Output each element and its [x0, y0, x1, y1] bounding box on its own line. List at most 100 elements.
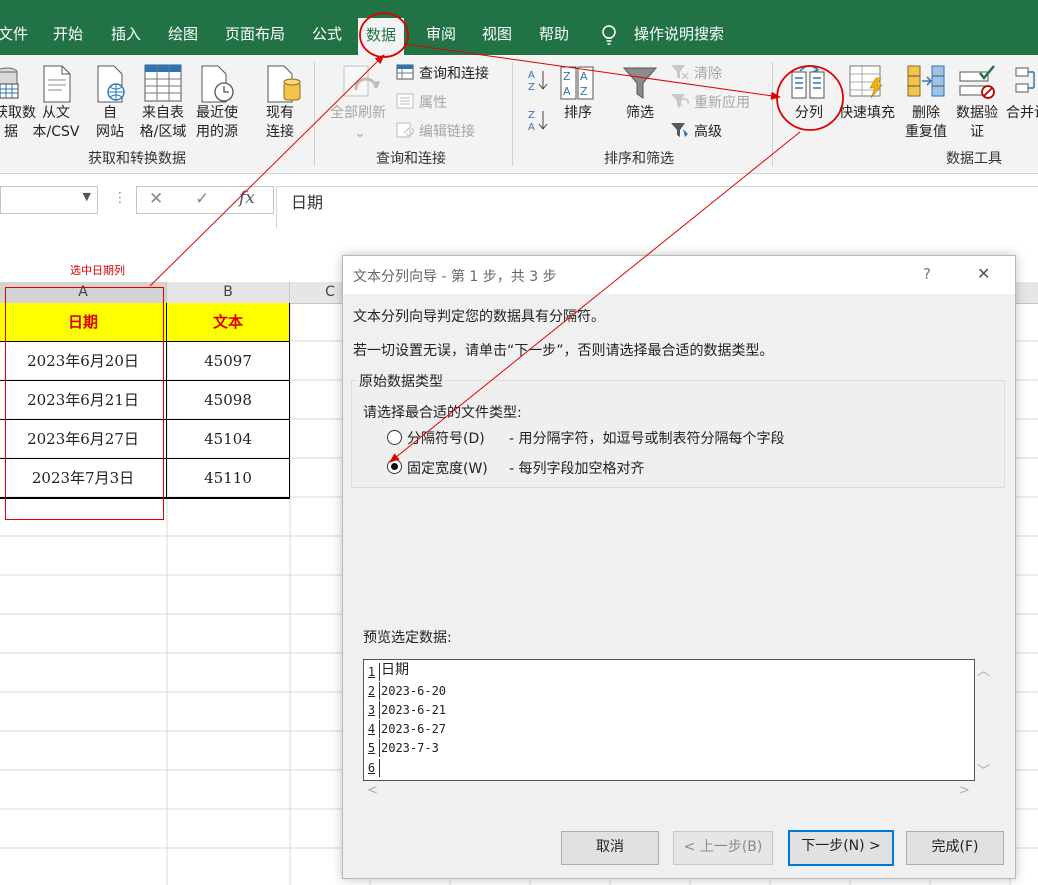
- get-data-button[interactable]: 获取数据: [0, 104, 36, 142]
- ribbon-tab-bar: 文件 开始 插入 绘图 页面布局 公式 数据 审阅 视图 帮助 操作说明搜索: [0, 0, 1038, 55]
- refresh-all-button[interactable]: 全部刷新: [326, 104, 390, 123]
- tab-data[interactable]: 数据: [358, 18, 405, 55]
- scroll-down-icon[interactable]: ﹀: [977, 760, 990, 779]
- edit-links-button[interactable]: 编辑链接: [419, 121, 475, 141]
- consolidate-icon: [1015, 67, 1035, 93]
- from-text-csv-button[interactable]: 从文 本/CSV: [28, 104, 84, 142]
- finish-button[interactable]: 完成(F): [906, 831, 1004, 865]
- enter-check-icon[interactable]: ✓: [195, 189, 209, 209]
- group-label-queries: 查询和连接: [376, 151, 446, 167]
- dialog-title: 文本分列向导 - 第 1 步，共 3 步: [353, 269, 557, 285]
- preview-row-number: 1: [364, 663, 380, 681]
- from-table-range-button[interactable]: 来自表 格/区域: [136, 104, 190, 142]
- table-cell[interactable]: 45110: [167, 459, 290, 498]
- tell-me-search[interactable]: 操作说明搜索: [634, 22, 724, 46]
- tab-formulas[interactable]: 公式: [312, 22, 342, 46]
- edit-links-icon: [396, 122, 414, 138]
- from-web-button[interactable]: 自网站: [92, 104, 128, 142]
- sort-button[interactable]: 排序: [558, 104, 598, 123]
- sort-icon: Z A A Z: [560, 66, 594, 100]
- scroll-up-icon[interactable]: ︿: [977, 660, 990, 679]
- data-validation-icon: [959, 65, 995, 99]
- from-table-icon: [144, 64, 182, 102]
- svg-text:Z: Z: [563, 70, 571, 83]
- group-label-get-transform: 获取和转换数据: [88, 151, 186, 167]
- back-button[interactable]: < 上一步(B): [673, 831, 773, 865]
- table-cell[interactable]: 45098: [167, 381, 290, 420]
- tab-review[interactable]: 审阅: [426, 22, 456, 46]
- group-separator: [512, 62, 513, 166]
- queries-connections-button[interactable]: 查询和连接: [419, 63, 489, 83]
- preview-row-number: 2: [364, 682, 380, 700]
- existing-connections-icon: [267, 65, 301, 103]
- dialog-hint: 若一切设置无误，请单击“下一步”，否则请选择最合适的数据类型。: [353, 343, 774, 359]
- svg-text:A: A: [580, 70, 588, 83]
- scroll-right-icon[interactable]: >: [959, 783, 970, 798]
- tab-help[interactable]: 帮助: [539, 22, 569, 46]
- reapply-icon: [671, 94, 689, 108]
- sort-a-to-z-icon: A Z: [528, 70, 548, 93]
- fixed-width-radio[interactable]: [387, 459, 402, 474]
- svg-text:Z: Z: [580, 85, 588, 98]
- preview-row-text: 日期: [381, 662, 409, 678]
- lightbulb-icon: [602, 25, 616, 45]
- tab-view[interactable]: 视图: [482, 22, 512, 46]
- choose-type-label: 请选择最合适的文件类型:: [363, 405, 522, 421]
- formula-buttons: ✕ ✓ fx: [136, 186, 274, 214]
- clear-filter-icon: [671, 65, 689, 80]
- preview-row-text: 2023-6-27: [381, 722, 447, 736]
- insert-function-icon[interactable]: fx: [239, 188, 255, 208]
- from-text-icon: [43, 65, 71, 103]
- close-icon[interactable]: ✕: [977, 264, 990, 283]
- existing-connections-button[interactable]: 现有 连接: [258, 104, 302, 142]
- svg-text:A: A: [528, 70, 535, 81]
- group-title: 原始数据类型: [357, 371, 445, 391]
- properties-button[interactable]: 属性: [419, 92, 447, 112]
- tab-draw[interactable]: 绘图: [168, 22, 198, 46]
- filter-button[interactable]: 筛选: [620, 104, 660, 123]
- preview-row-text: 2023-7-3: [381, 741, 439, 755]
- next-button[interactable]: 下一步(N) >: [788, 830, 894, 866]
- recent-sources-button[interactable]: 最近使 用的源: [192, 104, 242, 142]
- cancel-button[interactable]: 取消: [561, 831, 659, 865]
- get-data-icon: [0, 67, 19, 99]
- tab-file[interactable]: 文件: [0, 22, 28, 46]
- consolidate-button[interactable]: 合并计: [1006, 104, 1038, 123]
- preview-row-number: 6: [364, 759, 380, 777]
- advanced-filter-icon: [671, 123, 688, 137]
- preview-box[interactable]: 1 日期 2 2023-6-20 3 2023-6-21 4 2023-6-27…: [363, 659, 975, 781]
- dialog-title-bar: 文本分列向导 - 第 1 步，共 3 步 ? ✕: [343, 256, 1015, 294]
- annotation-label: 选中日期列: [70, 264, 125, 277]
- group-separator: [314, 62, 315, 166]
- cancel-x-icon[interactable]: ✕: [149, 189, 163, 209]
- text-to-columns-button[interactable]: 分列: [790, 104, 828, 123]
- column-header-b[interactable]: B: [167, 282, 290, 304]
- name-box[interactable]: ▼: [0, 186, 98, 214]
- preview-row-text: 2023-6-21: [381, 703, 447, 717]
- text-to-columns-icon: [791, 65, 825, 99]
- reapply-button[interactable]: 重新应用: [694, 92, 750, 112]
- preview-row-number: 3: [364, 701, 380, 719]
- recent-sources-icon: [201, 65, 234, 103]
- tab-insert[interactable]: 插入: [111, 22, 141, 46]
- preview-row-number: 5: [364, 739, 380, 757]
- preview-row-text: 2023-6-20: [381, 684, 447, 698]
- fixed-width-label[interactable]: 固定宽度(W): [407, 458, 488, 478]
- flash-fill-button[interactable]: 快速填充: [836, 104, 898, 123]
- data-validation-button[interactable]: 数据验证: [952, 104, 1002, 142]
- tab-home[interactable]: 开始: [53, 22, 83, 46]
- scroll-left-icon[interactable]: <: [367, 783, 378, 798]
- column-highlight-box: [5, 287, 164, 520]
- table-cell[interactable]: 45097: [167, 342, 290, 381]
- clear-button[interactable]: 清除: [694, 63, 722, 83]
- advanced-button[interactable]: 高级: [694, 121, 722, 141]
- chevron-down-icon: ⌄: [354, 125, 366, 141]
- table-header-text[interactable]: 文本: [167, 303, 290, 342]
- help-icon[interactable]: ?: [923, 265, 931, 283]
- table-cell[interactable]: 45104: [167, 420, 290, 459]
- properties-icon: [396, 93, 414, 109]
- tab-page-layout[interactable]: 页面布局: [225, 22, 285, 46]
- delimited-radio[interactable]: [387, 430, 402, 445]
- remove-duplicates-button[interactable]: 删除 重复值: [900, 104, 952, 142]
- delimited-label[interactable]: 分隔符号(D): [407, 428, 485, 448]
